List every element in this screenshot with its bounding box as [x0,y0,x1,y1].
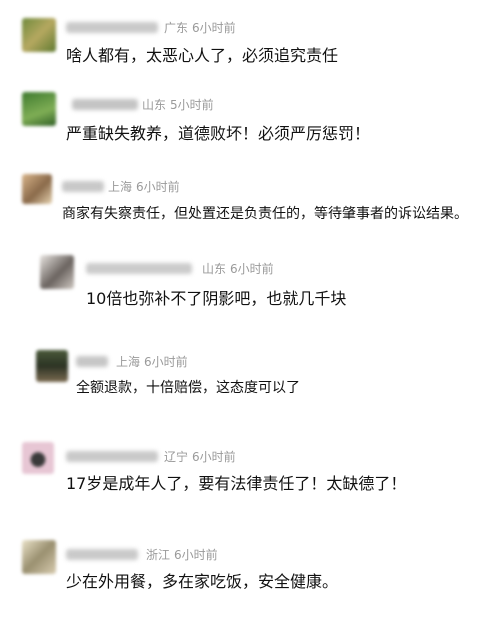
avatar[interactable] [40,255,74,289]
comment-time: 6小时前 [136,180,180,194]
avatar[interactable] [22,18,56,52]
comment-meta: 浙江 6小时前 [146,548,218,562]
comment-text: 商家有失察责任，但处置还是负责任的，等待肇事者的诉讼结果。 [62,206,468,222]
comment-meta: 广东 6小时前 [164,21,236,35]
username-blurred[interactable] [62,181,104,192]
comment-meta: 山东 5小时前 [142,98,214,112]
comment-location: 山东 [202,262,227,276]
comment-time: 6小时前 [144,355,188,369]
comment-time: 6小时前 [192,21,236,35]
username-blurred[interactable] [66,22,158,33]
comment-time: 6小时前 [174,548,218,562]
avatar[interactable] [22,92,56,126]
username-blurred[interactable] [72,99,138,110]
username-blurred[interactable] [66,451,158,462]
comment-text: 严重缺失教养，道德败坏！必须严厉惩罚！ [66,124,371,143]
comment-location: 山东 [142,98,167,112]
avatar[interactable] [22,540,56,574]
comment-location: 广东 [164,21,189,35]
comment-time: 5小时前 [170,98,214,112]
comment-text: 全额退款，十倍赔偿，这态度可以了 [76,380,300,396]
username-blurred[interactable] [86,263,192,274]
comment-text: 17岁是成年人了，要有法律责任了！太缺德了！ [66,474,407,493]
username-blurred[interactable] [76,356,108,367]
comment-time: 6小时前 [230,262,274,276]
comment-meta: 辽宁 6小时前 [164,450,236,464]
comment-meta: 山东 6小时前 [202,262,274,276]
comment-location: 浙江 [146,548,171,562]
avatar[interactable] [22,174,52,204]
username-blurred[interactable] [66,549,138,560]
comment-text: 少在外用餐，多在家吃饭，安全健康。 [66,572,339,591]
comment-location: 上海 [116,355,141,369]
comment-meta: 上海 6小时前 [108,180,180,194]
comment-text: 10倍也弥补不了阴影吧，也就几千块 [86,289,347,308]
avatar[interactable] [22,442,54,474]
comment-meta: 上海 6小时前 [116,355,188,369]
comment-location: 上海 [108,180,133,194]
comment-time: 6小时前 [192,450,236,464]
avatar[interactable] [36,350,68,382]
comment-text: 啥人都有，太恶心人了，必须追究责任 [66,46,339,65]
comment-location: 辽宁 [164,450,189,464]
